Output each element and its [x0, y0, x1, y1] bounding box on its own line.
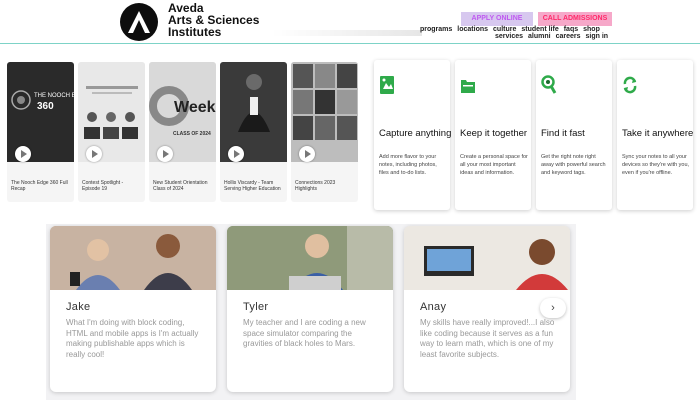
nav-alumni[interactable]: alumni: [528, 33, 551, 40]
page: Aveda Arts & Sciences Institutes APPLY O…: [0, 0, 700, 400]
video-caption: The Nooch Edge 360 Full Recap: [11, 180, 68, 192]
feature-title: Capture anything: [379, 128, 452, 139]
video-card[interactable]: THE NOOCH EDGE 360 The Nooch Edge 360 Fu…: [7, 62, 74, 202]
header-accent-line: [0, 43, 700, 44]
feature-description: Get the right note right away with power…: [541, 154, 606, 176]
video-card[interactable]: Contest Spotlight - Episode 19: [78, 62, 145, 202]
nav-locations[interactable]: locations: [457, 26, 488, 33]
svg-text:360: 360: [37, 101, 54, 112]
site-header: Aveda Arts & Sciences Institutes APPLY O…: [0, 0, 700, 44]
header-divider: [272, 30, 422, 36]
testimonial-name: Anay: [420, 301, 447, 313]
feature-card-keep[interactable]: Keep it together Create a personal space…: [455, 60, 531, 210]
testimonial-photo-art: [50, 226, 216, 290]
video-caption: Connections 2023 Highlights: [295, 180, 336, 192]
brand-line-3: Institutes: [168, 25, 222, 39]
play-icon[interactable]: [157, 146, 173, 162]
video-card[interactable]: Hollis Viscardy - Team Serving Higher Ed…: [220, 62, 287, 202]
nav-services[interactable]: services: [495, 33, 523, 40]
svg-text:CLASS OF 2024: CLASS OF 2024: [173, 131, 211, 137]
testimonial-photo: [227, 226, 393, 290]
nav-sign-in[interactable]: sign in: [586, 33, 609, 40]
feature-card-take[interactable]: Take it anywhere Sync your notes to all …: [617, 60, 693, 210]
testimonial-photo: [50, 226, 216, 290]
feature-card-find[interactable]: Find it fast Get the right note right aw…: [536, 60, 612, 210]
main-nav: programs locations culture student life …: [420, 26, 620, 40]
feature-description: Add more flavor to your notes, including…: [379, 154, 437, 176]
video-caption: Contest Spotlight - Episode 19: [82, 180, 124, 192]
testimonial-card-jake[interactable]: Jake What I'm doing with block coding, H…: [50, 226, 216, 392]
feature-description: Create a personal space for all your mos…: [460, 154, 528, 176]
video-card[interactable]: Connections 2023 Highlights: [291, 62, 358, 202]
brand-name[interactable]: Aveda Arts & Sciences Institutes: [168, 2, 278, 38]
search-icon: [541, 75, 557, 94]
note-capture-icon: [380, 76, 394, 94]
logo-a-icon: [128, 11, 150, 33]
testimonial-name: Jake: [66, 301, 91, 313]
nav-careers[interactable]: careers: [556, 33, 581, 40]
feature-description: Sync your notes to all your devices so t…: [622, 154, 690, 176]
nav-student-life[interactable]: student life: [521, 26, 558, 33]
nav-faqs[interactable]: faqs: [564, 26, 578, 33]
nav-programs[interactable]: programs: [420, 26, 452, 33]
testimonial-quote: What I'm doing with block coding, HTML a…: [66, 318, 199, 359]
testimonial-photo-art: [404, 226, 570, 290]
carousel-next-arrow-icon[interactable]: ›: [540, 298, 566, 318]
call-admissions-button[interactable]: CALL ADMISSIONS: [538, 12, 612, 26]
nav-shop[interactable]: shop: [583, 26, 600, 33]
feature-title: Take it anywhere: [622, 128, 694, 139]
video-caption: Hollis Viscardy - Team Serving Higher Ed…: [224, 180, 281, 192]
aveda-logo[interactable]: [120, 3, 158, 41]
apply-online-button[interactable]: APPLY ONLINE: [461, 12, 533, 26]
feature-card-capture[interactable]: Capture anything Add more flavor to your…: [374, 60, 452, 210]
feature-title: Keep it together: [460, 128, 528, 139]
video-caption: New Student Orientation Class of 2024: [153, 180, 208, 192]
testimonial-quote: My skills have really improved!...I also…: [420, 318, 555, 359]
play-icon[interactable]: [86, 146, 102, 162]
folder-icon: [461, 80, 475, 93]
testimonial-card-tyler[interactable]: Tyler My teacher and I are coding a new …: [227, 226, 393, 392]
testimonial-photo: [404, 226, 570, 290]
testimonial-name: Tyler: [243, 301, 269, 313]
play-icon[interactable]: [228, 146, 244, 162]
nav-culture[interactable]: culture: [493, 26, 516, 33]
svg-text:Week: Week: [174, 99, 216, 116]
feature-title: Find it fast: [541, 128, 585, 139]
testimonial-quote: My teacher and I are coding a new space …: [243, 318, 366, 348]
video-card[interactable]: Week CLASS OF 2024 New Student Orientati…: [149, 62, 216, 202]
play-icon[interactable]: [299, 146, 315, 162]
play-icon[interactable]: [15, 146, 31, 162]
sync-icon: [623, 76, 637, 94]
testimonial-photo-art: [227, 226, 393, 290]
svg-text:THE NOOCH EDGE: THE NOOCH EDGE: [34, 93, 74, 99]
